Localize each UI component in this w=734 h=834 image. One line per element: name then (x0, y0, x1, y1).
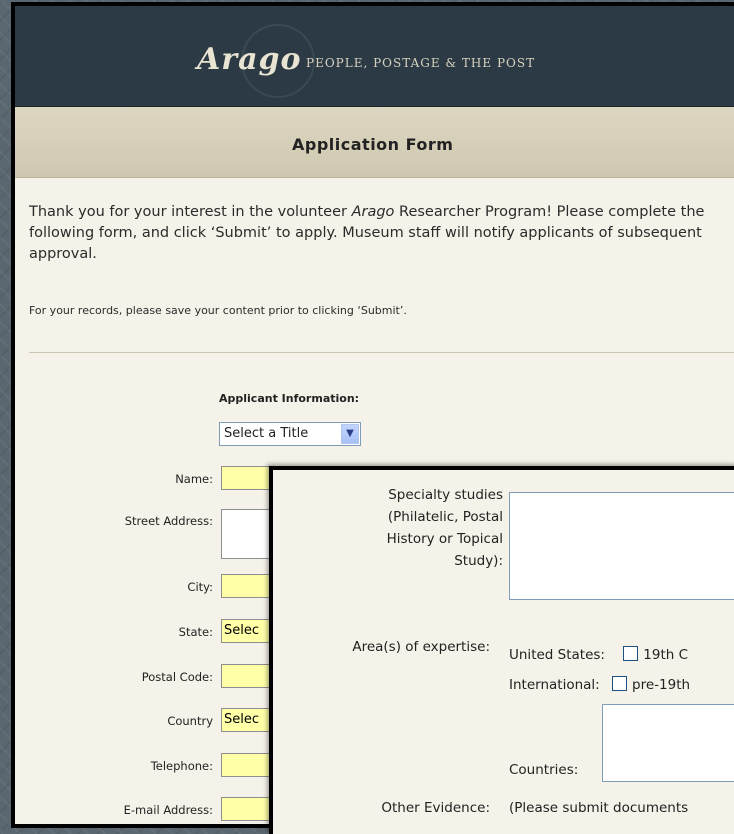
intl-row: International: pre-19th (509, 676, 690, 693)
other-evidence-label: Other Evidence: (381, 800, 490, 816)
intro-text: Thank you for your interest in the volun… (29, 202, 734, 265)
international-label: International: (509, 677, 600, 693)
us-19th-label: 19th C (643, 647, 689, 663)
street-label: Street Address: (124, 514, 213, 528)
state-label: State: (178, 625, 213, 639)
postal-code-field[interactable] (221, 664, 273, 688)
country-select[interactable]: Selec (221, 708, 273, 732)
us-label: United States: (509, 647, 605, 663)
name-label: Name: (175, 472, 213, 486)
telephone-field[interactable] (221, 753, 273, 777)
specialty-label-line: History or Topical (386, 531, 503, 547)
divider (29, 352, 734, 353)
arago-logo[interactable]: Arago (197, 42, 302, 77)
title-select-value: Select a Title (224, 426, 309, 441)
postal-code-label: Postal Code: (141, 670, 213, 684)
city-field[interactable] (221, 574, 273, 598)
site-tagline: PEOPLE, POSTAGE & THE POST (306, 56, 536, 70)
applicant-info-heading: Applicant Information: (219, 392, 360, 405)
telephone-label: Telephone: (150, 759, 213, 773)
specialty-label-line: (Philatelic, Postal (387, 509, 503, 525)
city-label: City: (187, 580, 213, 594)
email-label: E-mail Address: (123, 803, 213, 817)
countries-label: Countries: (509, 762, 579, 778)
us-19th-checkbox[interactable] (623, 646, 639, 661)
specialty-label-line: Study): (454, 553, 503, 569)
state-select[interactable]: Selec (221, 619, 273, 643)
us-row: United States: 19th C (509, 646, 688, 663)
intro-before: Thank you for your interest in the volun… (29, 204, 352, 220)
intl-pre19th-label: pre-19th (632, 677, 691, 693)
site-header: Arago PEOPLE, POSTAGE & THE POST (15, 6, 734, 107)
expertise-label: Area(s) of expertise: (352, 639, 490, 655)
intro-arago: Arago (351, 204, 395, 220)
specialty-label: Specialty studies (Philatelic, Postal Hi… (273, 484, 503, 572)
form-title-bar: Application Form (15, 107, 734, 178)
specialty-textarea[interactable] (509, 492, 734, 600)
name-field[interactable] (221, 466, 273, 490)
country-label: Country (167, 714, 213, 728)
countries-textarea[interactable] (602, 704, 734, 782)
specialty-overlay-panel: Specialty studies (Philatelic, Postal Hi… (269, 466, 734, 834)
title-select[interactable]: Select a Title ▼ (219, 422, 361, 446)
email-field[interactable] (221, 797, 273, 821)
intl-pre19th-checkbox[interactable] (612, 676, 628, 691)
specialty-label-line: Specialty studies (388, 487, 503, 503)
other-evidence-text: (Please submit documents (509, 800, 689, 816)
chevron-down-icon[interactable]: ▼ (341, 424, 359, 444)
page-title: Application Form (292, 135, 454, 154)
street-address-field[interactable] (221, 509, 273, 559)
save-note: For your records, please save your conte… (29, 304, 407, 317)
